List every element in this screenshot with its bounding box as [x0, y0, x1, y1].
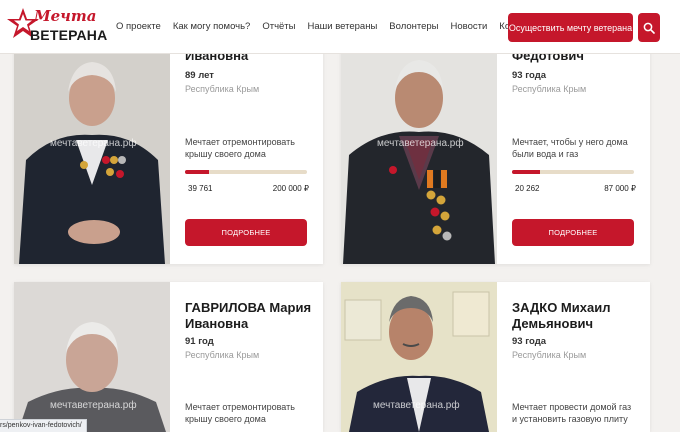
search-button[interactable]: [638, 13, 660, 42]
details-button[interactable]: ПОДРОБНЕЕ: [185, 219, 307, 246]
veteran-name-line1: ГАВРИЛОВА Мария: [185, 300, 312, 315]
veteran-photo[interactable]: мечтаветерана.рф: [14, 282, 170, 432]
fulfill-dream-button[interactable]: Осуществить мечту ветерана: [508, 13, 633, 42]
donation-progress-fill: [185, 170, 210, 174]
goal-amount: 87 000 ₽: [604, 184, 636, 193]
nav-volunteers[interactable]: Волонтеры: [389, 21, 438, 32]
nav-reports[interactable]: Отчёты: [262, 21, 295, 32]
link-preview-status: rs/penkov-ivan-fedotovich/: [0, 419, 87, 432]
photo-watermark: мечтаветерана.рф: [377, 138, 464, 149]
nav-help[interactable]: Как могу помочь?: [173, 21, 251, 32]
donation-progress-bar: [185, 170, 307, 174]
raised-amount: 39 761: [188, 184, 213, 193]
veteran-region: Республика Крым: [512, 350, 587, 360]
veteran-card: мечтаветерана.рф Федотович 93 года Респу…: [341, 40, 650, 264]
donation-progress-bar: [512, 170, 634, 174]
veteran-dream: Мечтает провести домой газ и установить …: [512, 402, 632, 424]
veteran-age: 93 года: [512, 70, 547, 81]
veteran-name-line1: ЗАДКО Михаил: [512, 300, 611, 315]
nav-about[interactable]: О проекте: [116, 21, 161, 32]
veteran-name-line2: Демьянович: [512, 316, 593, 331]
search-icon: [643, 22, 655, 34]
veteran-name-line2: Ивановна: [185, 316, 249, 331]
veteran-age: 93 года: [512, 336, 547, 347]
goal-amount: 200 000 ₽: [272, 184, 309, 193]
veteran-card: мечтаветерана.рф ЗАДКО Михаил Демьянович…: [341, 282, 650, 432]
veteran-info: ЗАДКО Михаил Демьянович 93 года Республи…: [497, 282, 650, 432]
veteran-info: Ивановна 89 лет Республика Крым Мечтает …: [170, 40, 323, 264]
veteran-age: 91 год: [185, 336, 214, 347]
veteran-info: ГАВРИЛОВА Мария Ивановна 91 год Республи…: [170, 282, 323, 432]
photo-watermark: мечтаветерана.рф: [50, 138, 137, 149]
nav-news[interactable]: Новости: [451, 21, 488, 32]
site-header: Мечта ВЕТЕРАНА О проекте Как могу помочь…: [0, 0, 680, 54]
veteran-card: мечтаветерана.рф ГАВРИЛОВА Мария Ивановн…: [14, 282, 323, 432]
veteran-photo[interactable]: мечтаветерана.рф: [14, 40, 170, 264]
veteran-region: Республика Крым: [512, 84, 587, 94]
veteran-dream: Мечтает отремонтировать крышу своего дом…: [185, 402, 295, 424]
photo-watermark: мечтаветерана.рф: [373, 400, 460, 411]
logo-script-text: Мечта: [34, 7, 97, 25]
main-nav: О проекте Как могу помочь? Отчёты Наши в…: [116, 21, 540, 32]
logo-caps-text: ВЕТЕРАНА: [30, 27, 108, 43]
veteran-region: Республика Крым: [185, 84, 260, 94]
veteran-dream: Мечтает отремонтировать крышу своего дом…: [185, 137, 295, 159]
site-logo[interactable]: Мечта ВЕТЕРАНА: [6, 4, 108, 48]
veteran-name: ГАВРИЛОВА Мария Ивановна: [185, 300, 311, 332]
raised-amount: 20 262: [515, 184, 540, 193]
nav-veterans[interactable]: Наши ветераны: [307, 21, 377, 32]
veteran-photo[interactable]: мечтаветерана.рф: [341, 40, 497, 264]
donation-progress-fill: [512, 170, 541, 174]
veteran-card: мечтаветерана.рф Ивановна 89 лет Республ…: [14, 40, 323, 264]
photo-watermark: мечтаветерана.рф: [50, 400, 137, 411]
veteran-dream: Мечтает, чтобы у него дома были вода и г…: [512, 137, 628, 159]
details-button[interactable]: ПОДРОБНЕЕ: [512, 219, 634, 246]
veteran-age: 89 лет: [185, 70, 214, 81]
veteran-region: Республика Крым: [185, 350, 260, 360]
veteran-info: Федотович 93 года Республика Крым Мечтае…: [497, 40, 650, 264]
veteran-photo[interactable]: мечтаветерана.рф: [341, 282, 497, 432]
veteran-name: ЗАДКО Михаил Демьянович: [512, 300, 610, 332]
